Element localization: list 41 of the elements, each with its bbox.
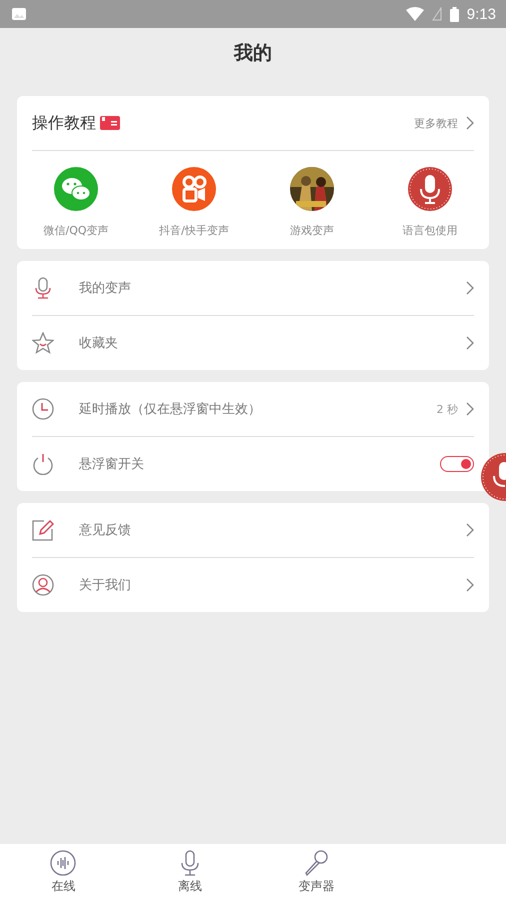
chat-bubbles-icon[interactable] (54, 167, 98, 211)
chevron-right-icon[interactable] (466, 336, 474, 350)
nav-tab[interactable]: 在线 (0, 844, 126, 900)
sound-wave-icon (50, 850, 76, 876)
menu-label[interactable]: 关于我们 (79, 576, 131, 594)
image-icon (12, 8, 26, 20)
floating-window-toggle[interactable] (440, 456, 474, 472)
edit-icon (32, 519, 54, 541)
chevron-right-icon[interactable] (466, 402, 474, 416)
nav-tab[interactable]: 离线 (126, 844, 253, 900)
menu-label[interactable]: 悬浮窗开关 (79, 455, 144, 473)
tutorial-label[interactable]: 微信/QQ变声 (43, 223, 109, 238)
chevron-right-icon[interactable] (466, 578, 474, 592)
star-icon (32, 332, 54, 354)
more-tutorials-link[interactable]: 更多教程 (414, 116, 458, 130)
power-icon (32, 453, 54, 475)
video-camera-icon[interactable] (172, 167, 216, 211)
menu-label[interactable]: 收藏夹 (79, 334, 118, 352)
no-signal-icon (432, 7, 442, 21)
book-icon (100, 116, 120, 130)
tutorial-label[interactable]: 语言包使用 (402, 223, 458, 238)
page-title: 我的 (234, 41, 272, 66)
chevron-right-icon[interactable] (466, 281, 474, 295)
user-icon (32, 574, 54, 596)
section-title: 操作教程 (32, 112, 96, 134)
chevron-right-icon (466, 116, 474, 130)
menu-label[interactable]: 意见反馈 (79, 521, 131, 539)
wifi-icon (406, 7, 424, 21)
menu-label[interactable]: 我的变声 (79, 279, 131, 297)
handheld-microphone-icon (303, 850, 330, 876)
menu-value: 2 秒 (436, 402, 458, 416)
nav-tab[interactable]: 变声器 (253, 844, 380, 900)
menu-label[interactable]: 延时播放（仅在悬浮窗中生效） (79, 400, 261, 418)
battery-icon (450, 6, 459, 22)
tutorial-label[interactable]: 游戏变声 (290, 223, 334, 238)
tutorial-label[interactable]: 抖音/快手变声 (159, 223, 229, 238)
microphone-icon[interactable] (408, 167, 452, 211)
status-time: 9:13 (466, 6, 496, 22)
clock-icon (32, 398, 54, 420)
floating-microphone-button[interactable] (480, 452, 506, 502)
chevron-right-icon[interactable] (466, 523, 474, 537)
